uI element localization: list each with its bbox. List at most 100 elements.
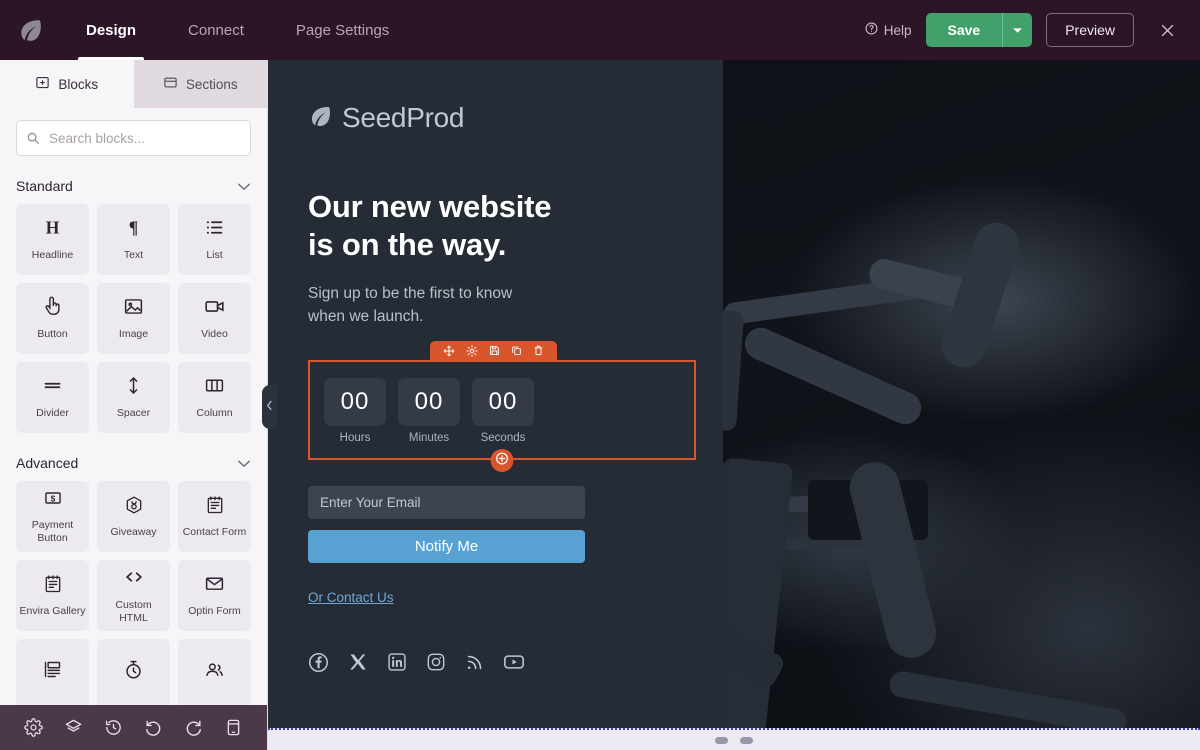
- spacer-arrows-icon: [123, 375, 144, 401]
- block-envira-gallery[interactable]: Envira Gallery: [16, 560, 89, 631]
- countdown-seconds-label: Seconds: [480, 432, 526, 445]
- countdown-block-wrapper: 00 Hours 00 Minutes 00 Seconds: [308, 341, 696, 473]
- countdown-timer-icon: [123, 659, 144, 685]
- subheadline-line-1: Sign up to be the first to know: [308, 284, 513, 302]
- block-spacer-label: Spacer: [116, 407, 151, 420]
- page-subheadline[interactable]: Sign up to be the first to know when we …: [308, 282, 683, 329]
- countdown-seconds-value: 00: [472, 378, 534, 427]
- rss-icon[interactable]: [465, 653, 484, 672]
- block-headline-label: Headline: [31, 249, 74, 262]
- resize-handle-right[interactable]: [740, 737, 753, 744]
- group-header-standard[interactable]: Standard: [16, 178, 251, 194]
- duplicate-icon[interactable]: [511, 345, 522, 356]
- plus-circle-icon: [495, 451, 510, 471]
- search-blocks-input[interactable]: [16, 120, 251, 156]
- payment-dollar-icon: $: [43, 488, 63, 513]
- group-title-standard: Standard: [16, 178, 73, 194]
- block-column[interactable]: Column: [178, 362, 251, 433]
- block-toolbar: [430, 341, 557, 361]
- save-icon[interactable]: [489, 345, 500, 356]
- tab-connect[interactable]: Connect: [162, 0, 270, 60]
- headline-h-icon: H: [42, 217, 63, 243]
- notify-me-button[interactable]: Notify Me: [308, 530, 585, 564]
- section-resize-handles: [715, 737, 753, 744]
- preview-button[interactable]: Preview: [1046, 13, 1134, 47]
- move-icon[interactable]: [443, 345, 455, 357]
- block-optin-form[interactable]: Optin Form: [178, 560, 251, 631]
- trash-icon[interactable]: [533, 345, 544, 356]
- page-headline[interactable]: Our new website is on the way.: [308, 188, 683, 264]
- sidebar-collapse-handle[interactable]: [262, 385, 277, 429]
- block-giveaway-label: Giveaway: [110, 525, 157, 538]
- feature-block-icon: [42, 659, 63, 685]
- save-button[interactable]: Save: [925, 13, 1003, 47]
- svg-text:$: $: [50, 494, 55, 504]
- block-button[interactable]: Button: [16, 283, 89, 354]
- block-optin-form-label: Optin Form: [188, 605, 241, 618]
- sidebar-tab-sections[interactable]: Sections: [133, 60, 267, 108]
- revision-history-icon[interactable]: [101, 715, 127, 741]
- instagram-icon[interactable]: [426, 652, 446, 672]
- next-section-dropzone[interactable]: [268, 728, 1200, 750]
- youtube-icon[interactable]: [503, 651, 525, 673]
- contact-us-link[interactable]: Or Contact Us: [308, 590, 394, 605]
- group-header-advanced[interactable]: Advanced: [16, 455, 251, 471]
- people-icon: [204, 659, 225, 685]
- linkedin-icon[interactable]: [387, 652, 407, 672]
- seedprod-page-builder: Design Connect Page Settings Help Save P…: [0, 0, 1200, 750]
- gear-icon[interactable]: [21, 715, 47, 741]
- device-preview-icon[interactable]: [220, 715, 246, 741]
- layers-icon[interactable]: [61, 715, 87, 741]
- countdown-hours-label: Hours: [339, 432, 371, 445]
- sidebar-tab-blocks[interactable]: Blocks: [0, 60, 134, 108]
- block-payment-button[interactable]: $ Payment Button: [16, 481, 89, 552]
- close-icon[interactable]: [1152, 15, 1182, 45]
- block-spacer[interactable]: Spacer: [97, 362, 170, 433]
- countdown-block[interactable]: 00 Hours 00 Minutes 00 Seconds: [308, 360, 696, 461]
- button-click-icon: [42, 296, 63, 322]
- undo-icon[interactable]: [140, 715, 166, 741]
- block-video[interactable]: Video: [178, 283, 251, 354]
- block-giveaway[interactable]: Giveaway: [97, 481, 170, 552]
- canvas-logo[interactable]: SeedProd: [308, 102, 683, 134]
- block-image[interactable]: Image: [97, 283, 170, 354]
- redo-icon[interactable]: [180, 715, 206, 741]
- page-canvas: SeedProd Our new website is on the way. …: [268, 60, 1200, 728]
- gear-icon[interactable]: [466, 344, 478, 357]
- resize-handle-left[interactable]: [715, 737, 728, 744]
- block-divider[interactable]: Divider: [16, 362, 89, 433]
- email-field[interactable]: [308, 486, 585, 520]
- seedprod-leaf-icon: [308, 104, 332, 133]
- countdown-cell-minutes: 00 Minutes: [398, 378, 460, 444]
- block-contact-form[interactable]: Contact Form: [178, 481, 251, 552]
- columns-icon: [204, 375, 225, 401]
- block-button-label: Button: [37, 328, 68, 341]
- save-dropdown-toggle[interactable]: [1002, 13, 1033, 47]
- sidebar-tab-blocks-label: Blocks: [58, 76, 99, 92]
- envelope-icon: [204, 573, 225, 599]
- help-button[interactable]: Help: [865, 22, 912, 38]
- block-list[interactable]: List: [178, 204, 251, 275]
- block-image-label: Image: [118, 328, 149, 341]
- block-envira-gallery-label: Envira Gallery: [19, 604, 86, 617]
- code-brackets-icon: [123, 566, 145, 593]
- tab-page-settings[interactable]: Page Settings: [270, 0, 415, 60]
- tab-design[interactable]: Design: [60, 0, 162, 60]
- help-label: Help: [883, 22, 912, 38]
- save-button-group: Save: [925, 13, 1033, 47]
- block-people[interactable]: [178, 639, 251, 705]
- standard-blocks-grid: H Headline ¶ Text List Button Image Vide…: [16, 204, 251, 433]
- topbar-actions: Help Save Preview: [865, 13, 1200, 47]
- add-block-below-button[interactable]: [490, 449, 514, 473]
- block-countdown[interactable]: [97, 639, 170, 705]
- block-headline[interactable]: H Headline: [16, 204, 89, 275]
- block-text[interactable]: ¶ Text: [97, 204, 170, 275]
- giveaway-trophy-icon: [124, 495, 144, 520]
- sidebar-footer-toolbar: [0, 705, 267, 750]
- canvas-logo-text: SeedProd: [342, 102, 465, 133]
- facebook-icon[interactable]: [308, 652, 329, 673]
- seedprod-leaf-icon[interactable]: [0, 17, 60, 43]
- block-feature[interactable]: [16, 639, 89, 705]
- block-custom-html[interactable]: Custom HTML: [97, 560, 170, 631]
- x-twitter-icon[interactable]: [348, 652, 368, 672]
